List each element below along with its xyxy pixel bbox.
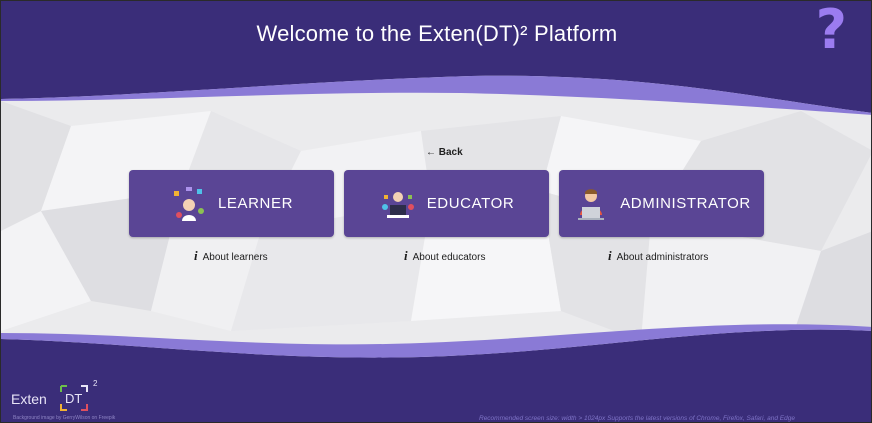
about-administrators-label: About administrators xyxy=(616,252,709,263)
educator-button[interactable]: EDUCATOR xyxy=(344,170,549,237)
administrator-button[interactable]: ADMINISTRATOR xyxy=(559,170,764,237)
about-educators-link[interactable]: i About educators xyxy=(404,248,485,264)
info-icon: i xyxy=(608,248,612,263)
app-frame: Welcome to the Exten(DT)² Platform ? ← B… xyxy=(0,0,872,423)
browser-recommendation: Recommended screen size: width > 1024px … xyxy=(479,415,795,422)
about-learners-link[interactable]: i About learners xyxy=(194,248,268,264)
back-link[interactable]: ← Back xyxy=(426,147,463,158)
about-educators-label: About educators xyxy=(412,252,486,263)
page-title: Welcome to the Exten(DT)² Platform xyxy=(256,21,618,46)
info-icon: i xyxy=(404,248,408,263)
learner-icon xyxy=(173,186,204,221)
logo-dt: DT xyxy=(65,391,83,406)
about-learners-label: About learners xyxy=(202,252,268,263)
educator-label: EDUCATOR xyxy=(426,195,515,212)
about-administrators-link[interactable]: i About administrators xyxy=(608,248,708,264)
administrator-label: ADMINISTRATOR xyxy=(620,195,751,212)
learner-label: LEARNER xyxy=(217,195,294,212)
logo-word: Exten xyxy=(11,391,47,407)
administrator-icon xyxy=(578,188,605,220)
educator-icon xyxy=(381,191,414,218)
help-icon[interactable]: ? xyxy=(816,3,847,57)
logo-superscript: 2 xyxy=(93,379,98,388)
info-icon: i xyxy=(194,248,198,263)
learner-button[interactable]: LEARNER xyxy=(129,170,334,237)
background-credit: Background image by GerryWilson on Freep… xyxy=(13,415,116,421)
